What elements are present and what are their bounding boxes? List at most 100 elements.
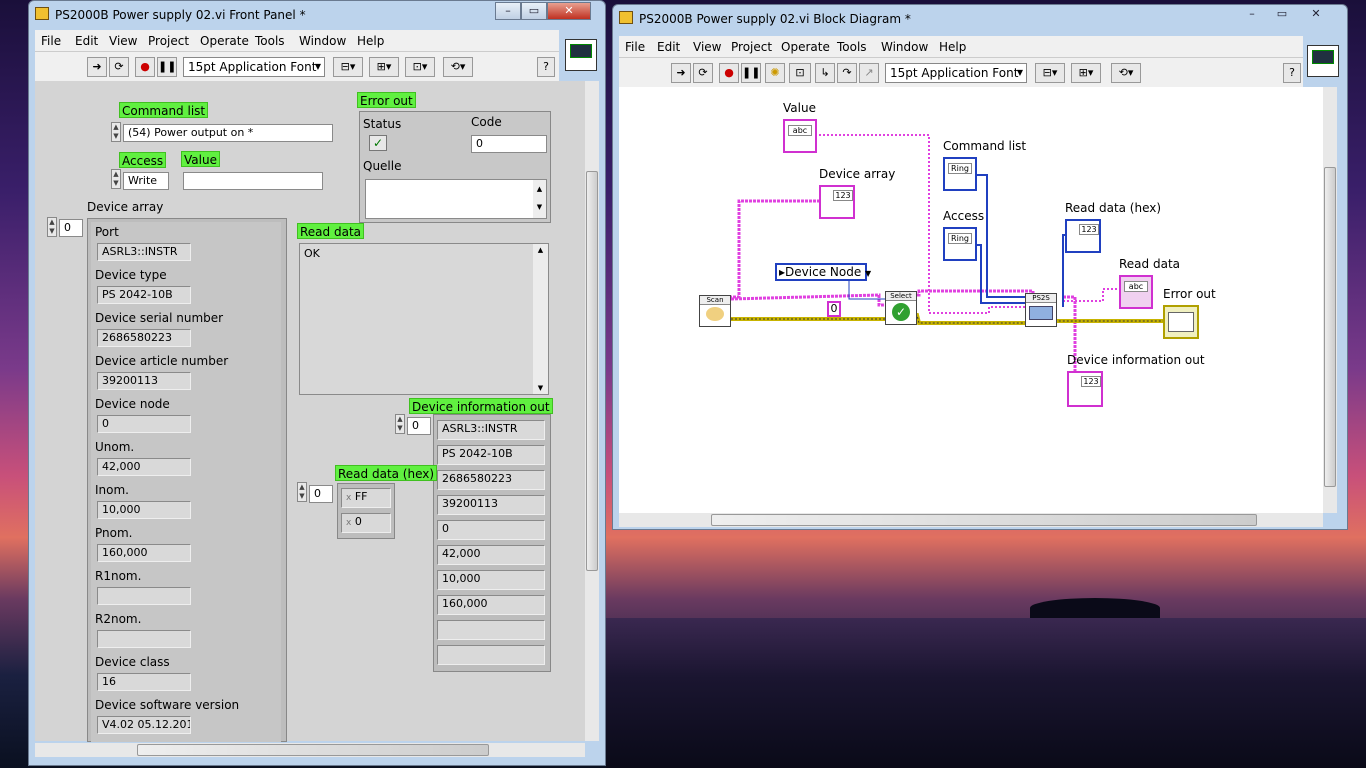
device-array-field-value[interactable]: V4.02 05.12.201 — [97, 716, 191, 734]
menu-edit[interactable]: Edit — [657, 40, 680, 54]
distribute-objects-icon[interactable]: ⊞▾ — [369, 57, 399, 77]
font-selector[interactable]: 15pt Application Font ▼ — [183, 57, 325, 77]
command-list-ring[interactable]: (54) Power output on * — [123, 124, 333, 142]
block-diagram-vscrollbar[interactable] — [1323, 87, 1337, 513]
device-info-out-stepper[interactable]: ▲ ▼ — [395, 414, 405, 434]
device-array-terminal[interactable]: 123 — [819, 185, 855, 219]
help-icon[interactable]: ? — [537, 57, 555, 77]
retain-wire-values-icon[interactable]: ⊡ — [789, 63, 811, 83]
access-terminal[interactable]: Ring — [943, 227, 977, 261]
ps2s-subvi[interactable]: PS2S — [1025, 293, 1057, 327]
step-into-icon[interactable]: ↳ — [815, 63, 835, 83]
run-arrow-icon[interactable]: ➜ — [87, 57, 107, 77]
access-ring[interactable]: Write — [123, 172, 169, 190]
menu-help[interactable]: Help — [939, 40, 966, 54]
menu-operate[interactable]: Operate — [781, 40, 830, 54]
maximize-button[interactable]: ▭ — [1267, 6, 1297, 24]
zero-constant[interactable]: 0 — [827, 301, 841, 317]
device-array-field-value[interactable]: 42,000 — [97, 458, 191, 476]
vscroll-thumb[interactable] — [586, 171, 598, 571]
error-code-field[interactable]: 0 — [471, 135, 547, 153]
device-array-field-value[interactable] — [97, 630, 191, 648]
menu-view[interactable]: View — [693, 40, 721, 54]
abort-icon[interactable]: ● — [719, 63, 739, 83]
menu-tools[interactable]: Tools — [837, 40, 867, 54]
menu-operate[interactable]: Operate — [200, 34, 249, 48]
maximize-button[interactable]: ▭ — [521, 2, 547, 20]
read-data-hex-stepper[interactable]: ▲ ▼ — [297, 482, 307, 502]
close-button[interactable]: ✕ — [1301, 6, 1331, 24]
device-array-field-value[interactable]: PS 2042-10B — [97, 286, 191, 304]
read-data-hex-terminal[interactable]: 123 — [1065, 219, 1101, 253]
menu-window[interactable]: Window — [299, 34, 346, 48]
read-data-indicator[interactable]: OK — [299, 243, 549, 395]
align-objects-icon[interactable]: ⊟▾ — [1035, 63, 1065, 83]
abort-icon[interactable]: ● — [135, 57, 155, 77]
resize-objects-icon[interactable]: ⊡▾ — [405, 57, 435, 77]
minimize-button[interactable]: – — [1237, 6, 1267, 24]
pause-icon[interactable]: ❚❚ — [157, 57, 177, 77]
device-array-index[interactable]: 0 — [59, 219, 83, 237]
run-continuously-icon[interactable]: ⟳ — [109, 57, 129, 77]
front-panel-vscrollbar[interactable] — [585, 81, 599, 741]
font-selector[interactable]: 15pt Application Font ▼ — [885, 63, 1027, 83]
hscroll-thumb[interactable] — [711, 514, 1257, 526]
align-objects-icon[interactable]: ⊟▾ — [333, 57, 363, 77]
device-array-field-value[interactable]: 16 — [97, 673, 191, 691]
menu-file[interactable]: File — [625, 40, 645, 54]
device-info-out-terminal[interactable]: 123 — [1067, 371, 1103, 407]
step-over-icon[interactable]: ↷ — [837, 63, 857, 83]
menu-window[interactable]: Window — [881, 40, 928, 54]
menu-help[interactable]: Help — [357, 34, 384, 48]
command-list-stepper[interactable]: ▲ ▼ — [111, 122, 121, 142]
read-data-terminal[interactable]: abc — [1119, 275, 1153, 309]
read-data-hex-index[interactable]: 0 — [309, 485, 333, 503]
close-button[interactable]: ✕ — [547, 2, 591, 20]
menu-project[interactable]: Project — [731, 40, 772, 54]
value-input[interactable] — [183, 172, 323, 190]
device-array-terminal-type: 123 — [833, 190, 853, 201]
device-array-field-value[interactable]: 10,000 — [97, 501, 191, 519]
device-array-field-value[interactable]: 2686580223 — [97, 329, 191, 347]
distribute-objects-icon[interactable]: ⊞▾ — [1071, 63, 1101, 83]
block-diagram-titlebar[interactable]: PS2000B Power supply 02.vi Block Diagram… — [613, 5, 1347, 31]
device-array-field-value[interactable]: ASRL3::INSTR — [97, 243, 191, 261]
select-subvi[interactable]: Select ✓ — [885, 291, 917, 325]
vi-icon[interactable] — [1307, 45, 1339, 77]
front-panel-titlebar[interactable]: PS2000B Power supply 02.vi Front Panel *… — [29, 1, 605, 27]
menu-edit[interactable]: Edit — [75, 34, 98, 48]
highlight-execution-icon[interactable]: ✺ — [765, 63, 785, 83]
menu-project[interactable]: Project — [148, 34, 189, 48]
reorder-icon[interactable]: ⟲▾ — [443, 57, 473, 77]
block-diagram-hscrollbar[interactable] — [619, 513, 1323, 527]
error-source-scrollbar[interactable]: ▲ ▼ — [533, 180, 546, 218]
command-list-terminal[interactable]: Ring — [943, 157, 977, 191]
run-arrow-icon[interactable]: ➜ — [671, 63, 691, 83]
device-array-field-value[interactable]: 0 — [97, 415, 191, 433]
help-icon[interactable]: ? — [1283, 63, 1301, 83]
error-out-terminal[interactable] — [1163, 305, 1199, 339]
error-source-field[interactable] — [365, 179, 547, 219]
read-data-scrollbar[interactable]: ▲ ▼ — [533, 244, 548, 394]
run-continuously-icon[interactable]: ⟳ — [693, 63, 713, 83]
reorder-icon[interactable]: ⟲▾ — [1111, 63, 1141, 83]
menu-view[interactable]: View — [109, 34, 137, 48]
vi-icon[interactable] — [565, 39, 597, 71]
menu-file[interactable]: File — [41, 34, 61, 48]
pause-icon[interactable]: ❚❚ — [741, 63, 761, 83]
device-array-index-stepper[interactable]: ▲ ▼ — [47, 217, 57, 237]
device-node-property[interactable]: ▸Device Node ▼ — [775, 263, 871, 281]
step-out-icon[interactable]: ↗ — [859, 63, 879, 83]
vscroll-thumb[interactable] — [1324, 167, 1336, 487]
device-array-field-value[interactable]: 39200113 — [97, 372, 191, 390]
menu-tools[interactable]: Tools — [255, 34, 285, 48]
access-stepper[interactable]: ▲ ▼ — [111, 169, 121, 189]
hscroll-thumb[interactable] — [137, 744, 489, 756]
device-array-field-value[interactable] — [97, 587, 191, 605]
minimize-button[interactable]: – — [495, 2, 521, 20]
scan-subvi[interactable]: Scan — [699, 295, 731, 327]
device-array-field-value[interactable]: 160,000 — [97, 544, 191, 562]
device-info-out-index[interactable]: 0 — [407, 417, 431, 435]
value-terminal[interactable]: abc — [783, 119, 817, 153]
front-panel-hscrollbar[interactable] — [35, 743, 585, 757]
